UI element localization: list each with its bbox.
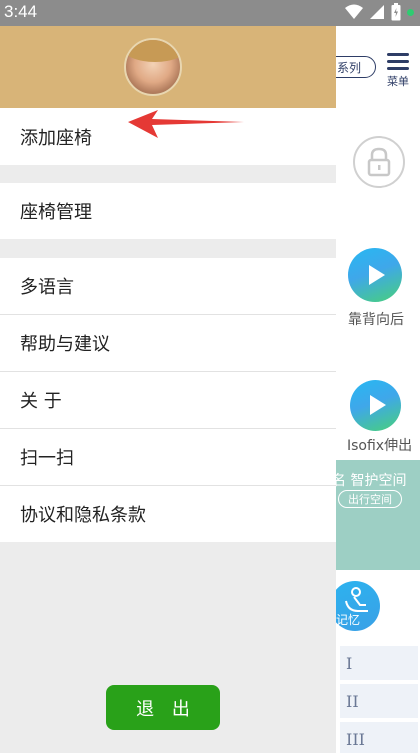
drawer-header	[0, 26, 336, 108]
battery-icon	[391, 3, 401, 21]
wifi-icon	[345, 4, 363, 19]
menu-item-label: 多语言	[20, 277, 74, 298]
menu-item-label: 座椅管理	[20, 202, 92, 223]
recline-play-button[interactable]	[348, 248, 402, 302]
menu-item-seat-management[interactable]: 座椅管理	[0, 183, 336, 239]
position-1-button[interactable]: I	[340, 646, 418, 680]
menu-item-help[interactable]: 帮助与建议	[0, 315, 336, 371]
menu-icon	[387, 53, 409, 56]
isofix-label: Isofix伸出	[347, 438, 413, 454]
menu-item-about[interactable]: 关 于	[0, 372, 336, 428]
signal-icon	[370, 5, 384, 19]
status-bar: 3:44	[0, 0, 420, 26]
status-time: 3:44	[4, 2, 38, 21]
menu-item-label: 帮助与建议	[20, 334, 110, 355]
menu-item-language[interactable]: 多语言	[0, 258, 336, 314]
menu-item-label: 添加座椅	[20, 127, 92, 149]
arrow-icon	[128, 110, 244, 138]
logout-button[interactable]: 退 出	[106, 685, 220, 730]
menu-label: 菜单	[387, 75, 409, 88]
position-2-button[interactable]: II	[340, 684, 418, 718]
notification-dot-icon	[407, 8, 414, 16]
banner-title: 名 智护空间	[336, 473, 407, 489]
play-icon	[370, 395, 386, 415]
memory-label: 记忆	[336, 613, 361, 627]
smart-space-banner[interactable]: 名 智护空间 出行空间	[336, 460, 420, 570]
banner-button[interactable]: 出行空间	[338, 490, 402, 508]
recline-label: 靠背向后	[348, 312, 404, 328]
lock-button[interactable]	[353, 136, 405, 188]
play-icon	[369, 265, 385, 285]
lock-icon	[367, 147, 391, 177]
memory-button[interactable]: 记忆	[336, 581, 380, 631]
menu-item-privacy[interactable]: 协议和隐私条款	[0, 486, 336, 542]
menu-button[interactable]: 菜单	[384, 53, 412, 89]
menu-item-label: 扫一扫	[20, 448, 74, 469]
position-3-button[interactable]: III	[340, 722, 418, 753]
background-app: 系列 菜单 靠背向后 Isofix伸出 名 智护空间 出行空间 记忆 I II …	[336, 26, 420, 753]
menu-item-label: 关 于	[20, 391, 62, 412]
menu-item-scan[interactable]: 扫一扫	[0, 429, 336, 485]
series-button[interactable]: 系列	[336, 56, 376, 78]
menu-item-label: 协议和隐私条款	[20, 505, 146, 526]
user-avatar[interactable]	[124, 38, 182, 96]
isofix-play-button[interactable]	[350, 380, 401, 431]
